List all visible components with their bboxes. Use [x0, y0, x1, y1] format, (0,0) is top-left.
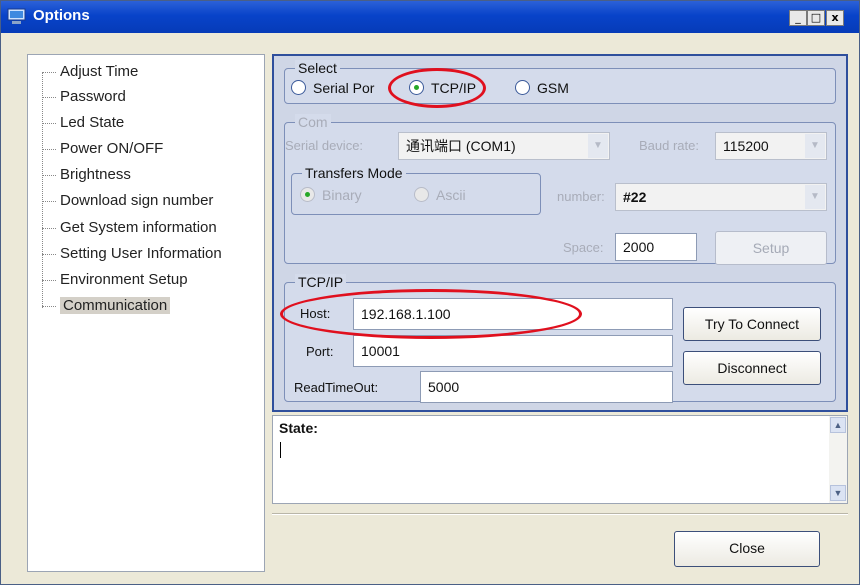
tree-item-brightness[interactable]: Brightness — [42, 164, 131, 186]
tree-item-environment-setup[interactable]: Environment Setup — [42, 269, 188, 291]
serial-device-select[interactable]: 通讯端口 (COM1) ▼ — [398, 132, 610, 160]
minimize-button[interactable]: _ — [789, 10, 807, 26]
communication-panel: Select Serial Por TCP/IP GSM Com Serial … — [272, 54, 848, 412]
radio-gsm-indicator — [515, 80, 530, 95]
host-input[interactable]: 192.168.1.100 — [353, 298, 673, 330]
radio-binary-label: Binary — [322, 187, 362, 203]
number-value: #22 — [623, 189, 647, 205]
setup-button[interactable]: Setup — [715, 231, 827, 265]
tree-item-communication[interactable]: Communication — [42, 295, 171, 317]
state-scrollbar[interactable]: ▲ ▼ — [829, 416, 847, 503]
try-to-connect-button[interactable]: Try To Connect — [683, 307, 821, 341]
radio-tcpip-label: TCP/IP — [431, 80, 477, 96]
space-input[interactable]: 2000 — [615, 233, 697, 261]
scroll-up-arrow-icon[interactable]: ▲ — [830, 417, 846, 433]
radio-serial-port-label: Serial Por — [313, 80, 375, 96]
radio-ascii-indicator — [414, 187, 429, 202]
title-bar[interactable]: Options _ □ x — [1, 1, 859, 33]
window-title: Options — [33, 7, 90, 24]
radio-ascii-label: Ascii — [436, 187, 466, 203]
baud-rate-chevron-down-icon: ▼ — [805, 134, 825, 158]
radio-ascii[interactable]: Ascii — [414, 185, 466, 205]
close-window-button[interactable]: x — [826, 10, 844, 26]
radio-tcpip-indicator — [409, 80, 424, 95]
port-input[interactable]: 10001 — [353, 335, 673, 367]
select-group-label: Select — [295, 60, 340, 76]
radio-serial-port-indicator — [291, 80, 306, 95]
footer-divider — [272, 513, 848, 515]
port-value: 10001 — [361, 343, 400, 359]
tcpip-group: TCP/IP Host: 192.168.1.100 Port: 10001 R… — [284, 274, 836, 403]
maximize-button[interactable]: □ — [807, 10, 825, 26]
com-group: Com Serial device: 通讯端口 (COM1) ▼ Baud ra… — [284, 114, 836, 265]
state-label: State: — [279, 420, 318, 436]
close-button-label: Close — [729, 540, 765, 556]
host-value: 192.168.1.100 — [361, 306, 451, 322]
transfers-mode-group: Transfers Mode Binary Ascii — [291, 165, 541, 215]
host-label: Host: — [300, 306, 331, 321]
com-group-label: Com — [295, 114, 331, 130]
options-app-icon — [7, 8, 26, 24]
radio-binary[interactable]: Binary — [300, 185, 362, 205]
tree-item-led-state[interactable]: Led State — [42, 112, 124, 134]
radio-gsm-label: GSM — [537, 80, 569, 96]
options-window: Options _ □ x Adjust Time Password Led S… — [0, 0, 860, 585]
radio-serial-port[interactable]: Serial Por — [291, 78, 374, 98]
readtimeout-value: 5000 — [428, 379, 460, 395]
number-chevron-down-icon: ▼ — [805, 185, 825, 209]
serial-device-chevron-down-icon: ▼ — [588, 134, 608, 158]
tree-item-get-system-information[interactable]: Get System information — [42, 217, 217, 239]
space-value: 2000 — [623, 239, 655, 255]
baud-rate-label: Baud rate: — [639, 138, 699, 153]
baud-rate-value: 115200 — [723, 138, 769, 154]
port-label: Port: — [306, 344, 334, 359]
tree-item-power-onoff[interactable]: Power ON/OFF — [42, 138, 163, 160]
readtimeout-label: ReadTimeOut: — [294, 380, 379, 395]
select-group: Select Serial Por TCP/IP GSM — [284, 60, 836, 104]
space-label: Space: — [563, 240, 604, 255]
text-caret — [280, 442, 281, 458]
radio-binary-indicator — [300, 187, 315, 202]
tree-item-download-sign-number[interactable]: Download sign number — [42, 190, 213, 212]
radio-gsm[interactable]: GSM — [515, 78, 569, 98]
serial-device-value: 通讯端口 (COM1) — [406, 138, 516, 154]
readtimeout-input[interactable]: 5000 — [420, 371, 673, 403]
tree-item-password[interactable]: Password — [42, 86, 126, 108]
disconnect-button[interactable]: Disconnect — [683, 351, 821, 385]
tree-item-setting-user-information[interactable]: Setting User Information — [42, 243, 222, 265]
disconnect-label: Disconnect — [717, 360, 787, 376]
scroll-down-arrow-icon[interactable]: ▼ — [830, 485, 846, 501]
radio-tcpip[interactable]: TCP/IP — [409, 78, 476, 98]
try-to-connect-label: Try To Connect — [704, 316, 800, 332]
close-button[interactable]: Close — [674, 531, 820, 567]
state-textarea[interactable]: State: ▲ ▼ — [272, 415, 848, 504]
options-tree[interactable]: Adjust Time Password Led State Power ON/… — [27, 54, 265, 572]
number-label: number: — [557, 189, 605, 204]
tree-item-adjust-time[interactable]: Adjust Time — [42, 61, 138, 83]
serial-device-label: Serial device: — [285, 138, 364, 153]
transfers-mode-label: Transfers Mode — [302, 165, 406, 181]
number-select[interactable]: #22 ▼ — [615, 183, 827, 211]
tcpip-group-label: TCP/IP — [295, 274, 347, 290]
baud-rate-select[interactable]: 115200 ▼ — [715, 132, 827, 160]
